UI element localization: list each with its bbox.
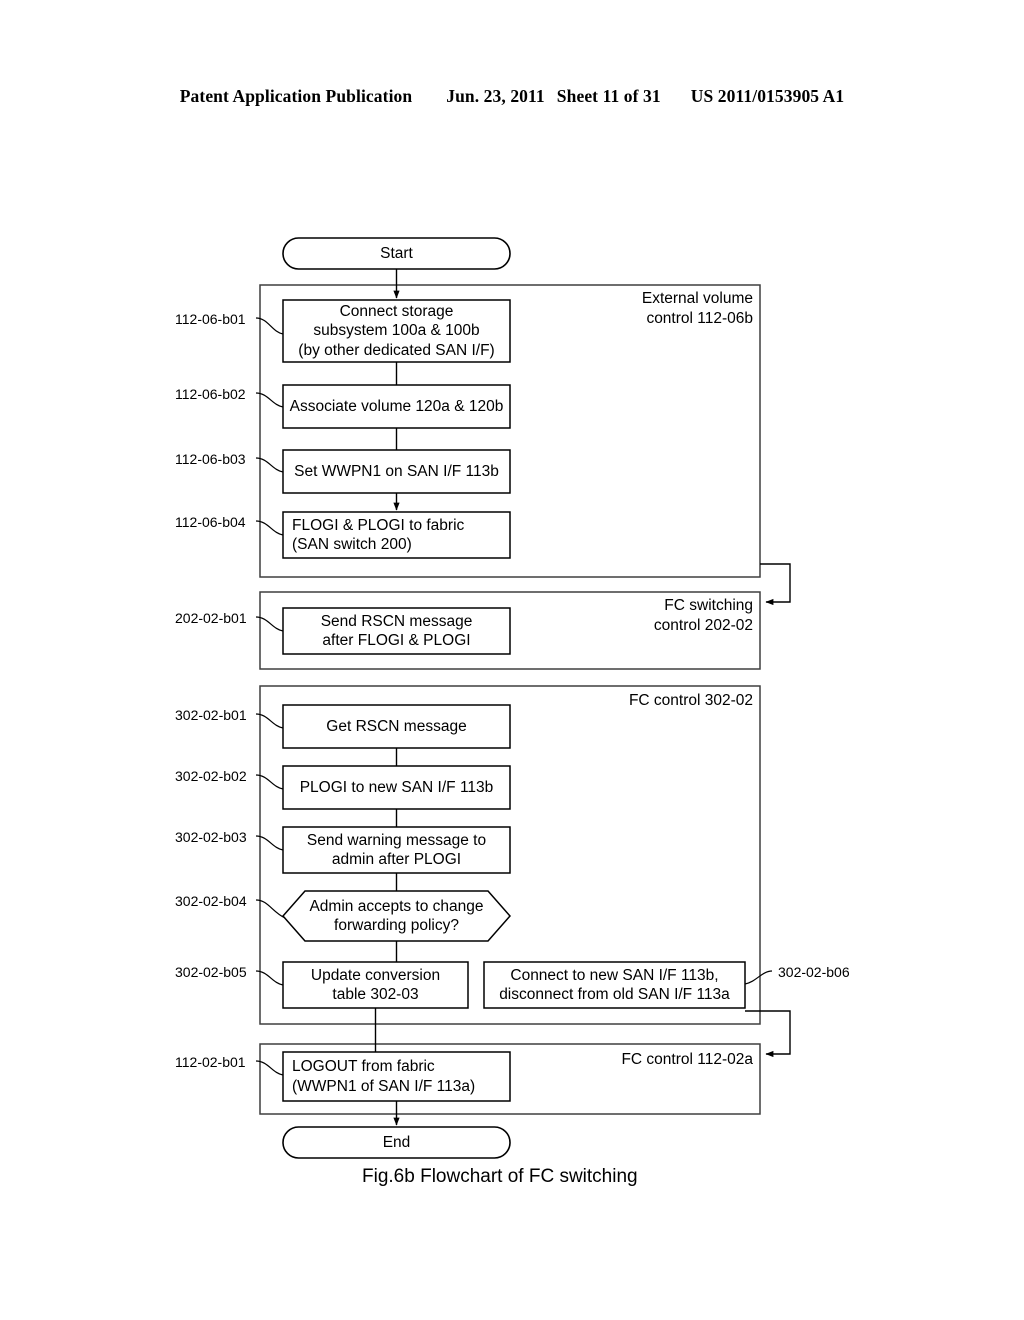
connector-b06-to-fc-control-112-02a [745, 1010, 791, 1058]
step-label-302-02-b01: Get RSCN message [326, 717, 467, 735]
step-label-112-06-b02: Associate volume 120a & 120b [289, 397, 504, 415]
ref-label-302-02-b04: 302-02-b04 [175, 893, 247, 909]
step-label-302-02-b05: Update conversion table 302-03 [310, 966, 441, 1004]
ref-label-302-02-b05: 302-02-b05 [175, 964, 247, 980]
ref-label-302-02-b01: 302-02-b01 [175, 707, 247, 723]
step-label-202-02-b01: Send RSCN message after FLOGI & PLOGI [320, 612, 473, 650]
group-label-fc-switching-control: FC switching control 202-02 [653, 597, 753, 634]
ref-label-112-06-b03: 112-06-b03 [175, 451, 246, 467]
flowchart-figure: Start End External volume control 112-06… [0, 0, 1024, 1320]
step-label-112-06-b04: FLOGI & PLOGI to fabric (SAN switch 200) [292, 516, 465, 554]
ref-label-112-02-b01: 112-02-b01 [175, 1054, 246, 1070]
connector-external-volume-to-fc-switching [760, 563, 791, 606]
group-label-fc-control-302-02: FC control 302-02 [628, 692, 753, 709]
group-label-fc-control-112-02a: FC control 112-02a [621, 1051, 753, 1068]
step-label-302-02-b04: Admin accepts to change forwarding polic… [309, 897, 484, 935]
step-label-112-06-b03: Set WWPN1 on SAN I/F 113b [294, 462, 499, 480]
leader-302-02-b06 [744, 970, 773, 985]
end-terminator-label: End [382, 1133, 411, 1151]
step-label-112-02-b01: LOGOUT from fabric (WWPN1 of SAN I/F 113… [292, 1058, 476, 1095]
start-terminator-label: Start [380, 244, 413, 262]
step-label-302-02-b03: Send warning message to admin after PLOG… [306, 831, 487, 869]
step-label-112-06-b01: Connect storage subsystem 100a & 100b (b… [298, 302, 495, 359]
ref-label-112-06-b01: 112-06-b01 [175, 311, 246, 327]
group-label-external-volume-control: External volume control 112-06b [641, 290, 753, 327]
ref-label-112-06-b04: 112-06-b04 [175, 514, 246, 530]
step-label-302-02-b06: Connect to new SAN I/F 113b, disconnect … [499, 966, 730, 1004]
ref-label-202-02-b01: 202-02-b01 [175, 610, 247, 626]
step-label-302-02-b02: PLOGI to new SAN I/F 113b [299, 778, 494, 796]
figure-caption: Fig.6b Flowchart of FC switching [362, 1166, 638, 1187]
ref-label-302-02-b03: 302-02-b03 [175, 829, 247, 845]
ref-label-302-02-b02: 302-02-b02 [175, 768, 247, 784]
ref-label-112-06-b02: 112-06-b02 [175, 386, 246, 402]
ref-label-302-02-b06: 302-02-b06 [778, 964, 850, 980]
